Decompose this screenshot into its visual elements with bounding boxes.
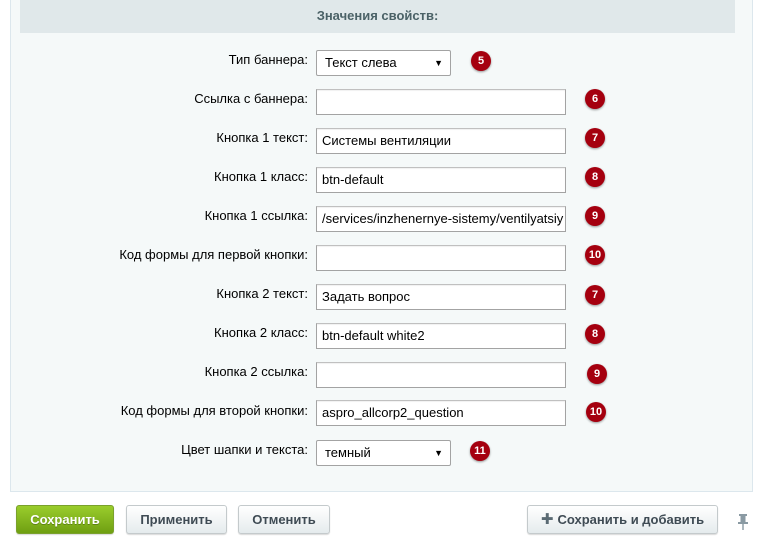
header-color-select[interactable]: темный ▼	[316, 440, 451, 466]
button2-class-input[interactable]: btn-default white2	[316, 323, 566, 349]
save-button[interactable]: Сохранить	[16, 505, 114, 534]
step-badge: 5	[471, 51, 491, 71]
button1-class-label: Кнопка 1 класс:	[214, 169, 308, 184]
step-badge: 7	[585, 285, 605, 305]
button1-form-code-input[interactable]	[316, 245, 566, 271]
plus-icon: ✚	[540, 511, 554, 528]
button1-link-input[interactable]: /services/inzhenernye-sistemy/ventilyats…	[316, 206, 566, 232]
banner-type-select[interactable]: Текст слева ▼	[316, 50, 451, 76]
save-and-add-label: Сохранить и добавить	[557, 512, 705, 527]
button1-text-input[interactable]: Системы вентиляции	[316, 128, 566, 154]
button2-text-label: Кнопка 2 текст:	[216, 286, 308, 301]
banner-type-label: Тип баннера:	[228, 52, 308, 67]
banner-link-input[interactable]	[316, 89, 566, 115]
header-color-label: Цвет шапки и текста:	[181, 442, 308, 457]
button1-text-label: Кнопка 1 текст:	[216, 130, 308, 145]
section-header: Значения свойств:	[20, 0, 735, 33]
step-badge: 11	[470, 441, 490, 461]
step-badge: 10	[585, 245, 605, 265]
apply-button[interactable]: Применить	[126, 505, 227, 534]
chevron-down-icon: ▼	[434, 448, 443, 458]
button1-link-label: Кнопка 1 ссылка:	[204, 208, 308, 223]
cancel-button[interactable]: Отменить	[238, 505, 330, 534]
button2-form-code-label: Код формы для второй кнопки:	[120, 403, 308, 418]
button1-form-code-label: Код формы для первой кнопки:	[119, 247, 308, 262]
banner-type-value: Текст слева	[325, 55, 397, 70]
step-badge: 8	[585, 167, 605, 187]
step-badge: 10	[586, 402, 606, 422]
button2-form-code-input[interactable]: aspro_allcorp2_question	[316, 400, 566, 426]
chevron-down-icon: ▼	[434, 58, 443, 68]
step-badge: 9	[585, 206, 605, 226]
button2-link-label: Кнопка 2 ссылка:	[204, 364, 308, 379]
button2-text-input[interactable]: Задать вопрос	[316, 284, 566, 310]
step-badge: 9	[587, 364, 607, 384]
step-badge: 7	[585, 128, 605, 148]
save-and-add-button[interactable]: ✚ Сохранить и добавить	[527, 505, 718, 534]
step-badge: 6	[585, 89, 605, 109]
banner-link-label: Ссылка с баннера:	[194, 91, 308, 106]
button1-class-input[interactable]: btn-default	[316, 167, 566, 193]
pin-icon[interactable]	[737, 514, 749, 530]
header-color-value: темный	[325, 445, 371, 460]
button2-class-label: Кнопка 2 класс:	[214, 325, 308, 340]
step-badge: 8	[585, 324, 605, 344]
button2-link-input[interactable]	[316, 362, 566, 388]
